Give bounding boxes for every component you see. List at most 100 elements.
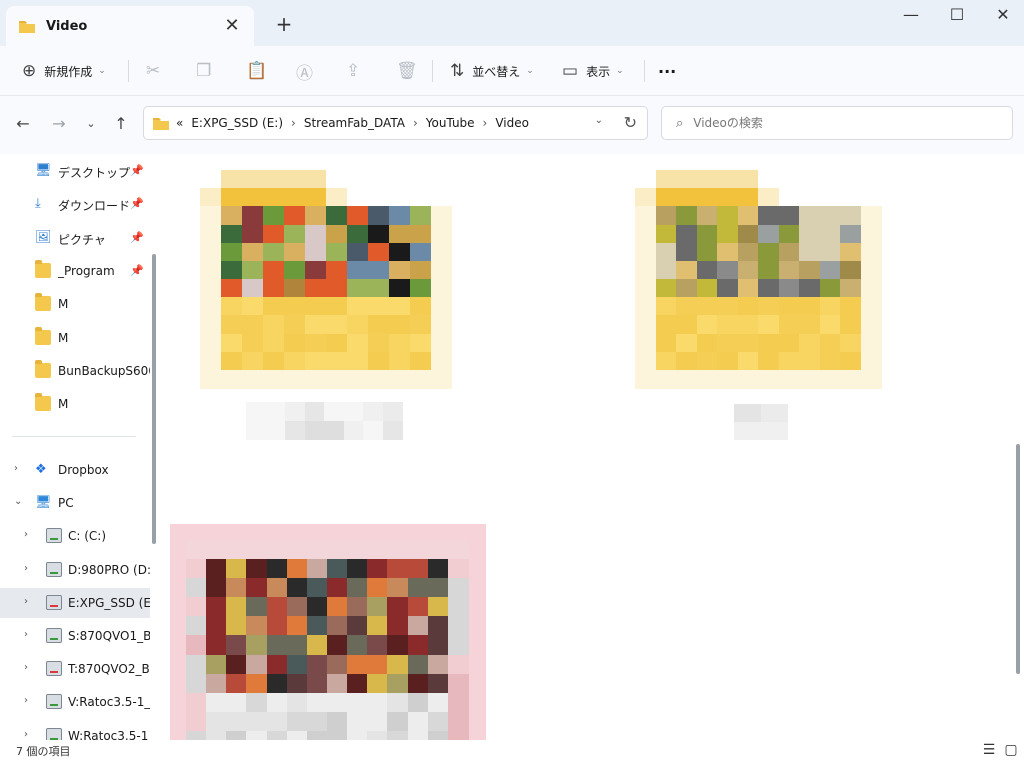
sidebar-item-pinned[interactable]: M [0, 389, 150, 419]
sidebar-item-pinned[interactable]: _Program 📌 [0, 256, 150, 286]
breadcrumb-streamfab[interactable]: StreamFab_DATA [304, 116, 405, 130]
expand-chevron-icon[interactable]: › [24, 729, 28, 740]
pixel-block [447, 711, 469, 732]
pixel-block [305, 224, 326, 244]
pixel-block [778, 260, 800, 280]
pixel-block [676, 242, 697, 262]
expand-chevron-icon[interactable]: › [24, 662, 28, 673]
new-tab-button[interactable]: + [272, 12, 296, 36]
pixel-block [389, 297, 410, 317]
expand-chevron-icon[interactable]: › [24, 695, 28, 706]
breadcrumb-overflow[interactable]: « [176, 116, 183, 130]
sidebar-divider [12, 436, 136, 437]
expand-chevron-icon[interactable]: › [24, 529, 28, 540]
refresh-icon[interactable]: ↻ [624, 113, 637, 132]
cut-button[interactable]: ✂ [146, 58, 160, 84]
pixel-block [819, 188, 841, 208]
pixel-block [367, 559, 389, 580]
sidebar-item-tree[interactable]: › C: (C:) [0, 521, 150, 551]
address-history-chevron-icon[interactable]: ⌄ [595, 115, 603, 126]
pixel-block [407, 559, 429, 580]
tab-close-icon[interactable]: ✕ [222, 16, 242, 36]
pixel-block [696, 224, 718, 244]
sidebar-scrollbar[interactable] [152, 254, 156, 544]
sidebar-item-pinned[interactable]: 🖥 デスクトップ 📌 [0, 156, 150, 186]
pixel-block [860, 279, 882, 298]
pixel-block [326, 224, 347, 244]
sidebar-item-pinned[interactable]: ⤓ ダウンロード 📌 [0, 189, 150, 219]
pin-icon[interactable]: 📌 [130, 231, 144, 244]
folder-thumbnail[interactable] [635, 170, 882, 389]
forward-button[interactable]: → [48, 113, 70, 135]
expand-chevron-icon[interactable]: › [24, 596, 28, 607]
delete-button[interactable]: 🗑 [396, 58, 418, 84]
sidebar-item-tree[interactable]: ⌄ 🖥 PC [0, 488, 150, 518]
close-window-button[interactable]: ✕ [980, 4, 1024, 28]
content-scrollbar[interactable] [1016, 444, 1020, 674]
sidebar-item-label: デスクトップ [58, 166, 131, 180]
search-box[interactable]: ⌕ [661, 106, 1013, 140]
sidebar-item-tree[interactable]: › E:XPG_SSD (E:) [0, 587, 150, 618]
pixel-block [389, 206, 410, 226]
pixel-block [347, 188, 368, 208]
pixel-block [186, 578, 207, 599]
new-button[interactable]: ⊕ 新規作成 ⌄ [22, 58, 106, 84]
sidebar-item-tree[interactable]: › W:Ratoc3.5-1 [0, 721, 150, 740]
pixel-block [778, 224, 800, 244]
expand-chevron-icon[interactable]: › [24, 563, 28, 574]
sidebar-item-tree[interactable]: › S:870QVO1_Ba [0, 621, 150, 651]
pixel-block [246, 559, 268, 580]
sort-button[interactable]: ⇅ 並べ替え ⌄ [450, 58, 534, 84]
view-button-label: 表示 [586, 64, 611, 79]
back-button[interactable]: ← [12, 113, 34, 135]
sidebar-item-tree[interactable]: › ❖ Dropbox [0, 455, 150, 485]
copy-button[interactable]: ❐ [196, 58, 211, 84]
chevron-down-icon: ⌄ [616, 66, 624, 76]
breadcrumb-youtube[interactable]: YouTube [426, 116, 475, 130]
more-options-button[interactable]: ··· [658, 58, 676, 84]
paste-button[interactable]: 📋 [246, 58, 267, 84]
pixel-block [226, 635, 248, 656]
share-button[interactable]: ⇪ [346, 58, 360, 84]
pixel-block [431, 260, 452, 280]
video-thumbnail[interactable] [186, 540, 469, 740]
folder-thumbnail[interactable] [200, 170, 452, 389]
sidebar-item-pinned[interactable]: M [0, 289, 150, 319]
pixel-block [305, 242, 326, 262]
pixel-block [655, 260, 677, 280]
recent-locations-button[interactable]: ⌄ [80, 113, 102, 135]
pixel-block [186, 730, 207, 740]
address-bar[interactable]: « E:XPG_SSD (E:) › StreamFab_DATA › YouT… [143, 106, 648, 140]
pin-icon[interactable]: 📌 [130, 164, 144, 177]
maximize-button[interactable]: ☐ [934, 4, 980, 28]
expand-chevron-icon[interactable]: › [14, 463, 18, 474]
breadcrumb-drive[interactable]: E:XPG_SSD (E:) [191, 116, 283, 130]
large-icons-view-icon[interactable]: ▢ [1002, 741, 1020, 759]
pin-icon[interactable]: 📌 [130, 197, 144, 210]
sidebar-item-tree[interactable]: › D:980PRO (D:) [0, 555, 150, 585]
sidebar-item-pinned[interactable]: 🖼 ピクチャ 📌 [0, 223, 150, 253]
up-button[interactable]: ↑ [110, 113, 132, 135]
search-input[interactable] [693, 116, 994, 130]
expand-chevron-icon[interactable]: › [24, 629, 28, 640]
pixel-block [655, 369, 677, 389]
sidebar-item-pinned[interactable]: M [0, 323, 150, 353]
pixel-block [427, 578, 449, 599]
pixel-block [326, 279, 347, 298]
details-view-icon[interactable]: ☰ [980, 741, 998, 759]
view-button[interactable]: ▭ 表示 ⌄ [562, 58, 624, 84]
pin-icon[interactable]: 📌 [130, 264, 144, 277]
pixel-block [200, 351, 221, 371]
tab-video[interactable]: Video ✕ [6, 6, 254, 46]
sidebar-item-tree[interactable]: › V:Ratoc3.5-1_1 [0, 687, 150, 717]
pixel-block [427, 616, 449, 637]
minimize-button[interactable]: — [888, 4, 934, 28]
sidebar-item-pinned[interactable]: BunBackupS600 [0, 356, 150, 386]
expand-chevron-icon[interactable]: ⌄ [14, 496, 22, 507]
pixel-block [221, 351, 242, 371]
pixel-block [389, 224, 410, 244]
rename-button[interactable]: Ⓐ [296, 58, 313, 84]
breadcrumb-video[interactable]: Video [495, 116, 529, 130]
pixel-block [200, 242, 221, 262]
sidebar-item-tree[interactable]: › T:870QVO2_Ba [0, 654, 150, 684]
